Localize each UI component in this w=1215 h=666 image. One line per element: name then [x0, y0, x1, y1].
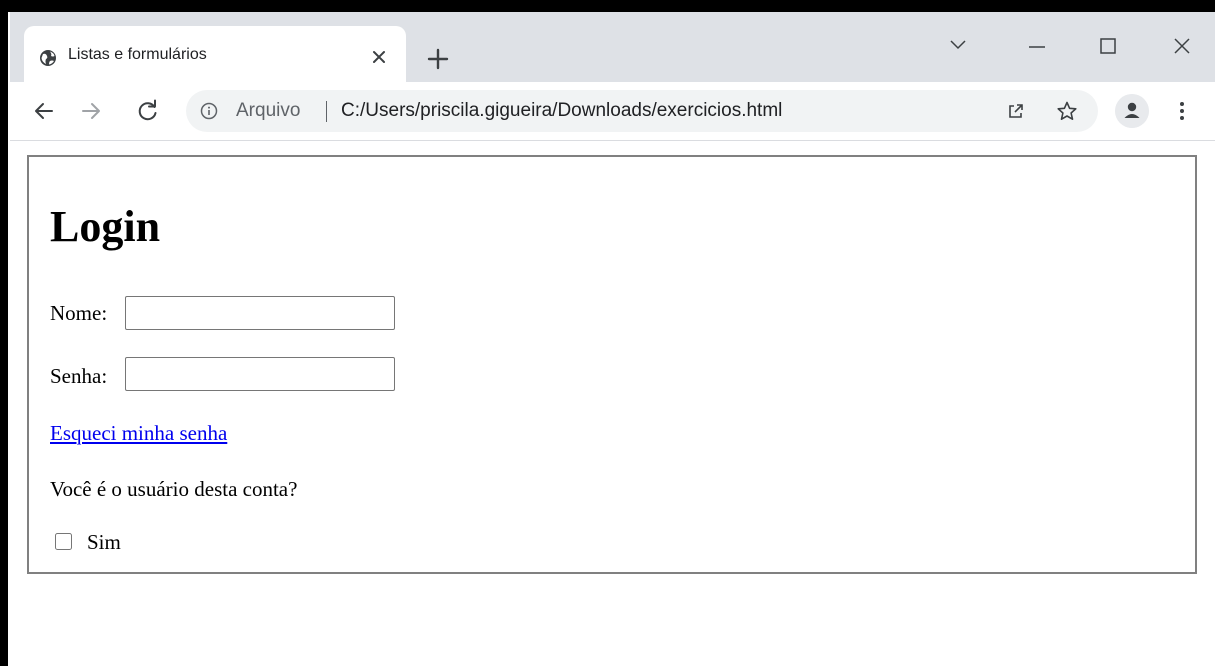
browser-toolbar: Arquivo C:/Users/priscila.gigueira/Downl… — [10, 82, 1215, 141]
login-form: Login Nome: Senha: Esqueci minha senha V… — [27, 155, 1197, 574]
url-text[interactable]: C:/Users/priscila.gigueira/Downloads/exe… — [341, 100, 782, 122]
plus-icon[interactable] — [424, 45, 452, 73]
tab-strip: Listas e formulários — [10, 12, 1215, 82]
page-title: Login — [50, 202, 161, 251]
name-input[interactable] — [125, 296, 395, 330]
sim-checkbox-label[interactable]: Sim — [87, 530, 121, 555]
profile-icon[interactable] — [1115, 94, 1149, 128]
close-icon[interactable] — [365, 43, 393, 71]
forward-arrow-icon[interactable] — [76, 96, 106, 126]
account-question: Você é o usuário desta conta? — [50, 477, 298, 501]
browser-window: Listas e formulários Arquivo C:/Users/pr… — [10, 12, 1215, 666]
screen-top-border — [0, 0, 1215, 12]
maximize-icon[interactable] — [1086, 26, 1130, 66]
security-label: Arquivo — [236, 100, 301, 121]
globe-icon — [40, 50, 56, 66]
forgot-password-link[interactable]: Esqueci minha senha — [50, 421, 227, 446]
minimize-icon[interactable] — [1015, 26, 1059, 66]
kebab-menu-icon[interactable] — [1172, 96, 1192, 126]
omnibox-divider — [326, 101, 327, 122]
password-label: Senha: — [50, 364, 108, 388]
sim-checkbox[interactable] — [55, 533, 72, 550]
name-label: Nome: — [50, 301, 108, 325]
password-input[interactable] — [125, 357, 395, 391]
info-icon[interactable] — [200, 102, 218, 120]
chevron-down-icon[interactable] — [936, 26, 980, 66]
star-icon[interactable] — [1056, 100, 1078, 122]
tab-title: Listas e formulários — [68, 46, 207, 63]
share-icon[interactable] — [1006, 101, 1026, 121]
page-viewport: Login Nome: Senha: Esqueci minha senha V… — [10, 141, 1215, 666]
back-arrow-icon[interactable] — [29, 96, 59, 126]
address-bar[interactable]: Arquivo C:/Users/priscila.gigueira/Downl… — [186, 90, 1098, 132]
screen-left-border — [0, 12, 8, 666]
window-close-icon[interactable] — [1160, 26, 1204, 66]
reload-icon[interactable] — [133, 96, 163, 126]
